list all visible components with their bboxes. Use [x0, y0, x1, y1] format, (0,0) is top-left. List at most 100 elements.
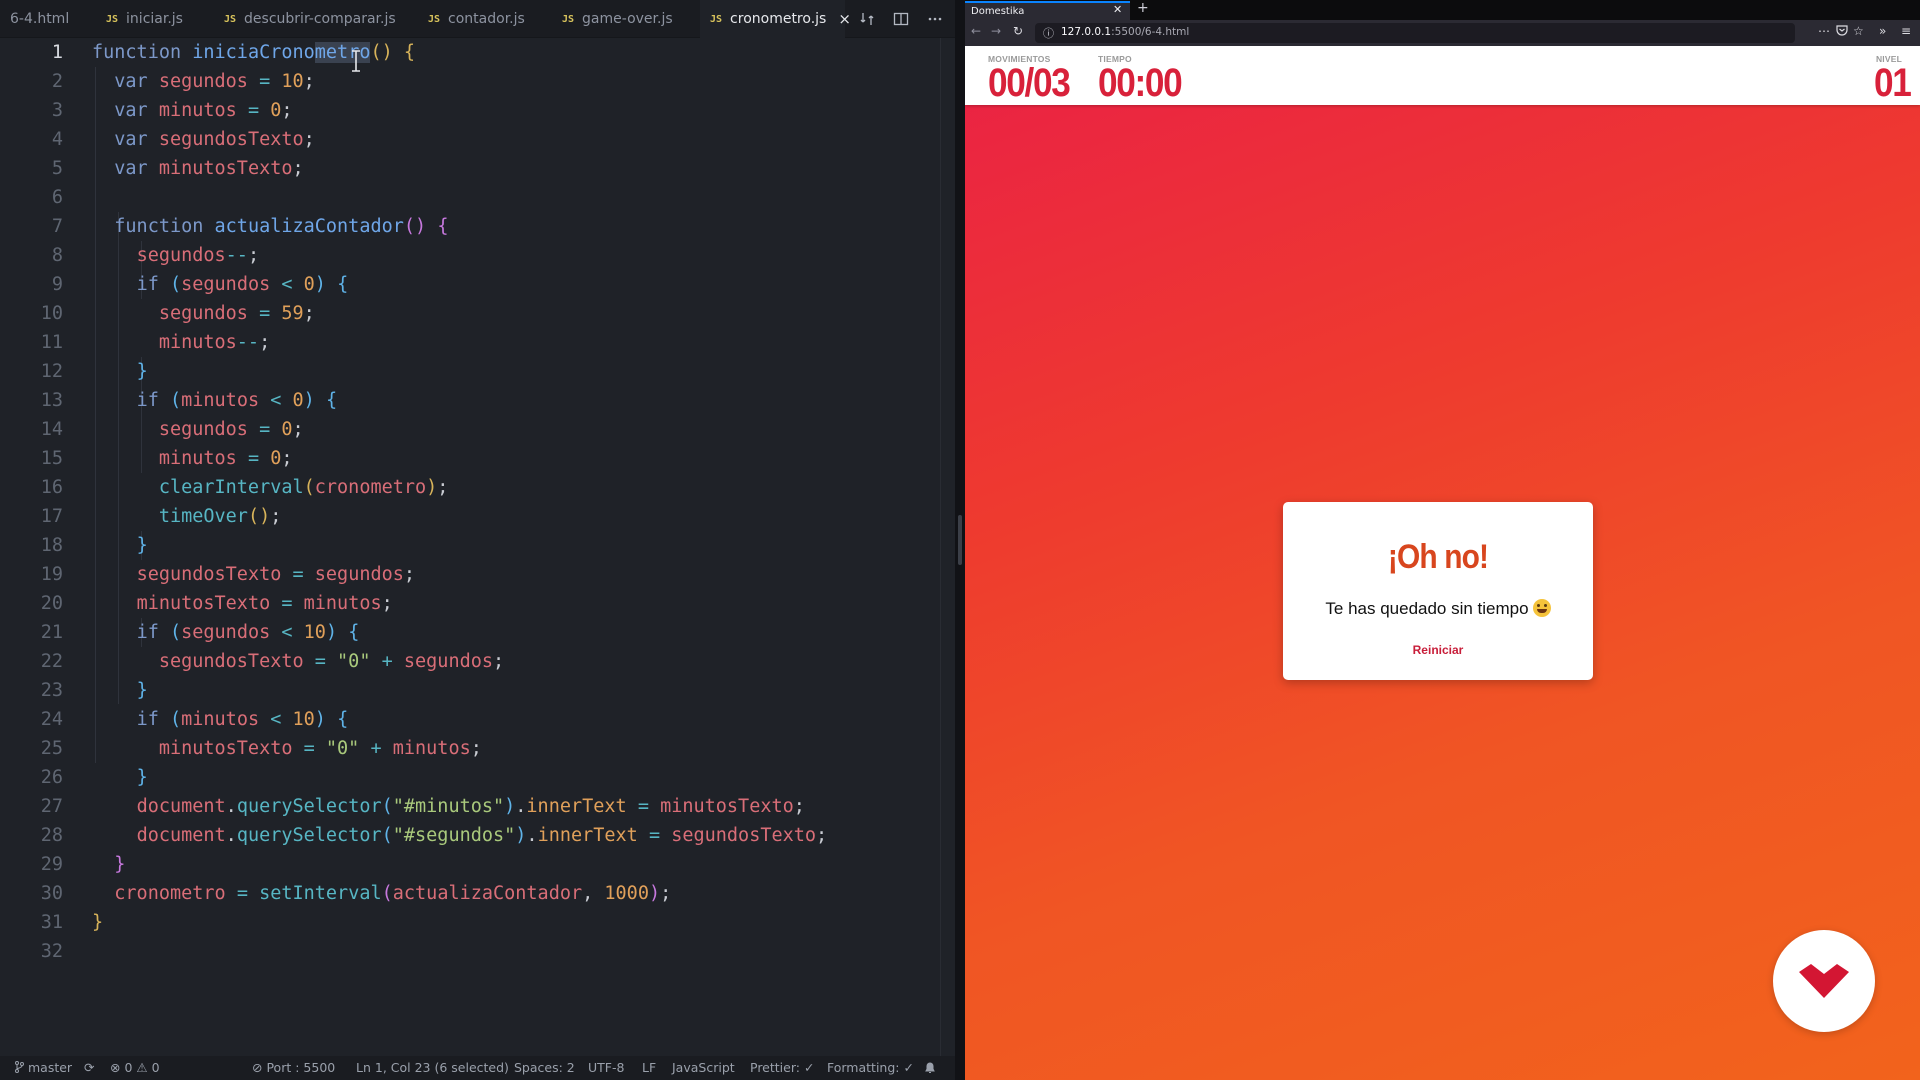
compare-changes-icon[interactable] — [857, 9, 877, 29]
code-line: 10 segundos = 59; — [0, 299, 940, 328]
problems-indicator[interactable]: ⊗ 0 ⚠ 0 — [110, 1056, 160, 1080]
branch-name: master — [27, 1060, 73, 1075]
line-number: 32 — [40, 941, 63, 962]
tab-label: contador.js — [448, 11, 525, 27]
line-number: 26 — [40, 767, 63, 788]
bell-icon[interactable] — [924, 1056, 936, 1080]
line-number: 27 — [40, 796, 63, 817]
encoding[interactable]: UTF-8 — [588, 1056, 624, 1080]
reload-icon[interactable]: ↻ — [1013, 24, 1023, 38]
indentation[interactable]: Spaces: 2 — [514, 1056, 575, 1080]
code-line: 21 if (segundos < 10) { — [0, 618, 940, 647]
line-number: 20 — [40, 593, 63, 614]
code-line: 3 var minutos = 0; — [0, 96, 940, 125]
prettier-status[interactable]: Prettier: ✓ — [750, 1056, 814, 1080]
sync-icon[interactable]: ⟳ — [84, 1056, 94, 1080]
code-line: 16 clearInterval(cronometro); — [0, 473, 940, 502]
tab-contador-js[interactable]: JS contador.js — [418, 0, 535, 38]
split-editor-icon[interactable] — [891, 9, 911, 29]
info-icon[interactable]: ⓘ — [1043, 25, 1054, 41]
js-file-icon: JS — [562, 13, 575, 25]
live-server-port[interactable]: ⊘ Port : 5500 — [252, 1056, 335, 1080]
tab-label: game-over.js — [582, 11, 673, 27]
url-bar[interactable]: ⓘ 127.0.0.1:5500/6-4.html — [1035, 23, 1795, 43]
hamburger-menu-icon[interactable]: ≡ — [1901, 24, 1911, 38]
tab-label: iniciar.js — [126, 11, 183, 27]
git-branch[interactable]: master — [14, 1056, 72, 1080]
line-number: 1 — [51, 42, 63, 63]
divider-handle[interactable] — [958, 515, 962, 565]
tab-label: 6-4.html — [10, 11, 70, 27]
code-line: 12 } — [0, 357, 940, 386]
code-area[interactable]: 1 function iniciaCronometro() { 2 var seg… — [0, 38, 940, 1056]
formatting-status[interactable]: Formatting: ✓ — [827, 1056, 914, 1080]
line-number: 12 — [40, 361, 63, 382]
back-icon[interactable]: ← — [971, 24, 981, 38]
page-actions-icon[interactable]: ⋯ — [1818, 24, 1830, 38]
code-line: 17 timeOver(); — [0, 502, 940, 531]
browser-tab[interactable]: Domestika ✕ — [965, 1, 1130, 20]
tab-cronometro-js[interactable]: JS cronometro.js × — [700, 0, 851, 38]
browser-tab-bar: Domestika ✕ + — [965, 0, 1920, 20]
nivel-value: 01 — [1873, 61, 1911, 105]
domestika-logo-icon — [1799, 964, 1849, 998]
game-over-modal: ¡Oh no! Te has quedado sin tiempo Reinic… — [1283, 502, 1593, 680]
error-icon: ⊗ — [110, 1060, 121, 1075]
laughing-emoji-icon — [1532, 599, 1551, 617]
vertical-scrollbar[interactable] — [940, 38, 955, 1056]
forward-icon[interactable]: → — [991, 24, 1001, 38]
code-line: 26 } — [0, 763, 940, 792]
line-number: 7 — [51, 216, 63, 237]
modal-message: Te has quedado sin tiempo — [1283, 599, 1593, 619]
bookmark-star-icon[interactable]: ☆ — [1853, 24, 1864, 38]
code-line: 5 var minutosTexto; — [0, 154, 940, 183]
code-line: 18 } — [0, 531, 940, 560]
cursor-position[interactable]: Ln 1, Col 23 (6 selected) — [356, 1056, 509, 1080]
more-actions-icon[interactable] — [925, 9, 945, 29]
line-number: 17 — [40, 506, 63, 527]
modal-title: ¡Oh no! — [1387, 538, 1489, 576]
line-number: 30 — [40, 883, 63, 904]
new-tab-icon[interactable]: + — [1137, 0, 1149, 16]
code-line: 22 segundosTexto = "0" + segundos; — [0, 647, 940, 676]
status-bar: master ⟳ ⊗ 0 ⚠ 0 ⊘ Port : 5500 Ln 1, Col… — [0, 1056, 955, 1080]
line-number: 2 — [51, 71, 63, 92]
line-number: 25 — [40, 738, 63, 759]
close-icon[interactable]: ✕ — [1113, 3, 1122, 16]
pocket-icon[interactable] — [1836, 24, 1848, 39]
restart-button[interactable]: Reiniciar — [1388, 640, 1488, 660]
line-number: 3 — [51, 100, 63, 121]
tab-6-4-html[interactable]: 6-4.html — [0, 0, 79, 38]
line-number: 29 — [40, 854, 63, 875]
code-line: 14 segundos = 0; — [0, 415, 940, 444]
close-icon[interactable]: × — [838, 10, 851, 28]
code-line: 29 } — [0, 850, 940, 879]
line-number: 28 — [40, 825, 63, 846]
tiempo-value: 00:00 — [1098, 61, 1183, 105]
git-branch-icon — [15, 1061, 24, 1073]
broadcast-icon: ⊘ — [252, 1060, 263, 1075]
code-line: 19 segundosTexto = segundos; — [0, 560, 940, 589]
overflow-menu-icon[interactable]: » — [1879, 24, 1886, 38]
js-file-icon: JS — [106, 13, 119, 25]
line-number: 23 — [40, 680, 63, 701]
js-file-icon: JS — [710, 13, 723, 25]
line-number: 15 — [40, 448, 63, 469]
tab-iniciar-js[interactable]: JS iniciar.js — [96, 0, 193, 38]
line-number: 4 — [51, 129, 63, 150]
browser-tab-title: Domestika — [971, 6, 1025, 17]
code-line: 31} — [0, 908, 940, 937]
tab-label: cronometro.js — [730, 11, 827, 27]
line-number: 16 — [40, 477, 63, 498]
line-number: 14 — [40, 419, 63, 440]
domestika-logo-badge — [1773, 930, 1875, 1032]
line-number: 11 — [40, 332, 63, 353]
line-number: 6 — [51, 187, 63, 208]
line-number: 19 — [40, 564, 63, 585]
end-of-line[interactable]: LF — [642, 1056, 656, 1080]
tab-game-over-js[interactable]: JS game-over.js — [552, 0, 683, 38]
code-line: 1 function iniciaCronometro() { — [0, 38, 940, 67]
browser-nav-bar: ← → ↻ ⓘ 127.0.0.1:5500/6-4.html ⋯ ☆ » ≡ — [965, 20, 1920, 46]
tab-descubrir-comparar-js[interactable]: JS descubrir-comparar.js — [214, 0, 406, 38]
language-mode[interactable]: JavaScript — [672, 1056, 735, 1080]
